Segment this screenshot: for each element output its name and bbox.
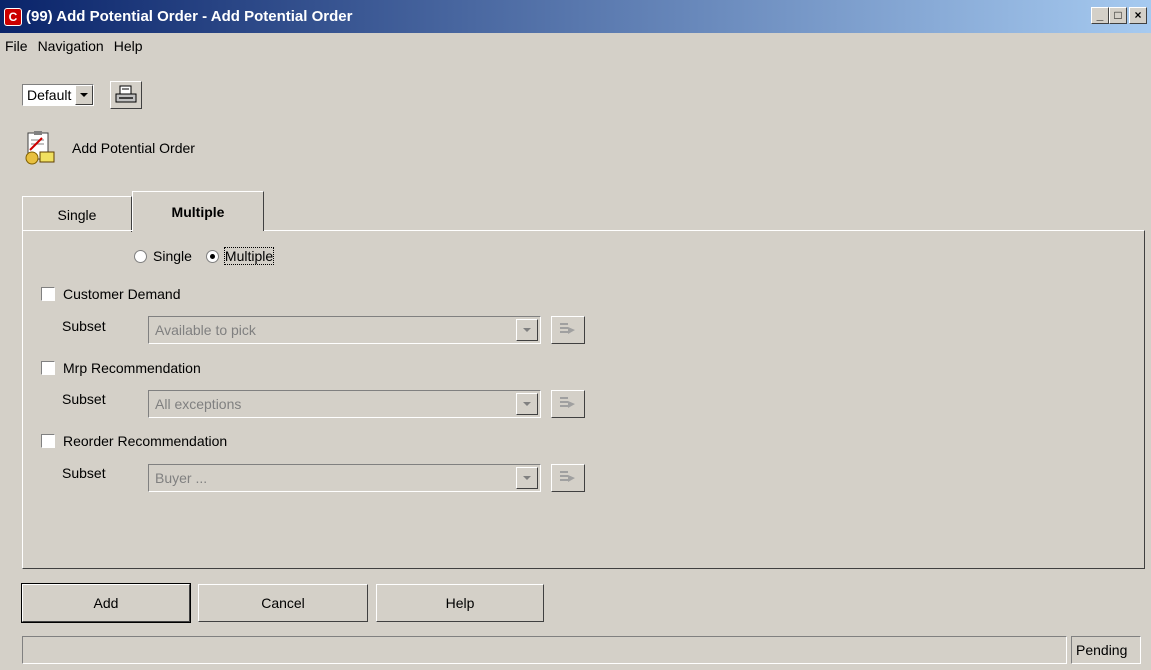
print-button[interactable] [110, 81, 143, 109]
mode-radio-group: Single Multiple [134, 247, 275, 265]
layout-select[interactable]: Default [22, 84, 95, 106]
mrp-recommendation-row: Mrp Recommendation [41, 360, 201, 376]
minimize-button[interactable]: _ [1091, 7, 1109, 24]
menu-bar: File Navigation Help [0, 33, 1151, 59]
single-radio[interactable] [134, 249, 147, 263]
title-bar[interactable]: C (99) Add Potential Order - Add Potenti… [0, 0, 1151, 33]
customer-demand-subset-value: Available to pick [155, 322, 256, 338]
mrp-recommendation-label[interactable]: Mrp Recommendation [63, 360, 201, 376]
close-button[interactable]: × [1129, 7, 1147, 24]
customer-demand-checkbox[interactable] [41, 287, 55, 301]
reorder-recommendation-subset-label: Subset [62, 465, 106, 481]
printer-icon [115, 85, 137, 103]
chevron-down-icon[interactable] [516, 393, 538, 415]
reorder-recommendation-subset-button[interactable] [551, 464, 585, 492]
menu-help[interactable]: Help [109, 38, 148, 54]
single-radio-label[interactable]: Single [153, 248, 192, 264]
add-button[interactable]: Add [21, 583, 191, 623]
tab-single[interactable]: Single [22, 196, 132, 232]
subset-lookup-icon [560, 397, 575, 408]
page-title: Add Potential Order [72, 140, 195, 156]
cancel-button[interactable]: Cancel [198, 584, 368, 622]
mrp-recommendation-subset-value: All exceptions [155, 396, 242, 412]
customer-demand-subset-label: Subset [62, 318, 106, 334]
chevron-down-icon[interactable] [516, 467, 538, 489]
reorder-recommendation-subset-select[interactable]: Buyer ... [148, 464, 541, 492]
chevron-down-icon[interactable] [75, 85, 94, 105]
mrp-recommendation-checkbox[interactable] [41, 361, 55, 375]
window-title: (99) Add Potential Order - Add Potential… [26, 8, 353, 25]
reorder-recommendation-row: Reorder Recommendation [41, 433, 227, 449]
multiple-radio-label[interactable]: Multiple [223, 247, 275, 265]
reorder-recommendation-checkbox[interactable] [41, 434, 55, 448]
customer-demand-subset-button[interactable] [551, 316, 585, 344]
app-icon: C [4, 7, 22, 26]
help-button[interactable]: Help [376, 584, 544, 622]
tab-multiple[interactable]: Multiple [132, 191, 264, 231]
reorder-recommendation-label[interactable]: Reorder Recommendation [63, 433, 227, 449]
menu-navigation[interactable]: Navigation [33, 38, 109, 54]
toolbar: Default [22, 81, 143, 109]
customer-demand-label[interactable]: Customer Demand [63, 286, 181, 302]
customer-demand-subset-select[interactable]: Available to pick [148, 316, 541, 344]
reorder-recommendation-subset-value: Buyer ... [155, 470, 208, 486]
mrp-recommendation-subset-select[interactable]: All exceptions [148, 390, 541, 418]
status-bar: Pending [22, 636, 1141, 664]
maximize-button[interactable]: □ [1109, 7, 1127, 24]
layout-select-value: Default [27, 87, 72, 103]
page-header: Add Potential Order [22, 130, 195, 166]
subset-lookup-icon [560, 471, 575, 482]
status-message [22, 636, 1067, 664]
menu-file[interactable]: File [0, 38, 33, 54]
subset-lookup-icon [560, 323, 575, 334]
chevron-down-icon[interactable] [516, 319, 538, 341]
multiple-radio[interactable] [205, 249, 219, 263]
status-badge: Pending [1071, 636, 1141, 664]
mrp-recommendation-subset-label: Subset [62, 391, 106, 407]
mrp-recommendation-subset-button[interactable] [551, 390, 585, 418]
order-document-icon [25, 131, 55, 165]
customer-demand-row: Customer Demand [41, 286, 181, 302]
